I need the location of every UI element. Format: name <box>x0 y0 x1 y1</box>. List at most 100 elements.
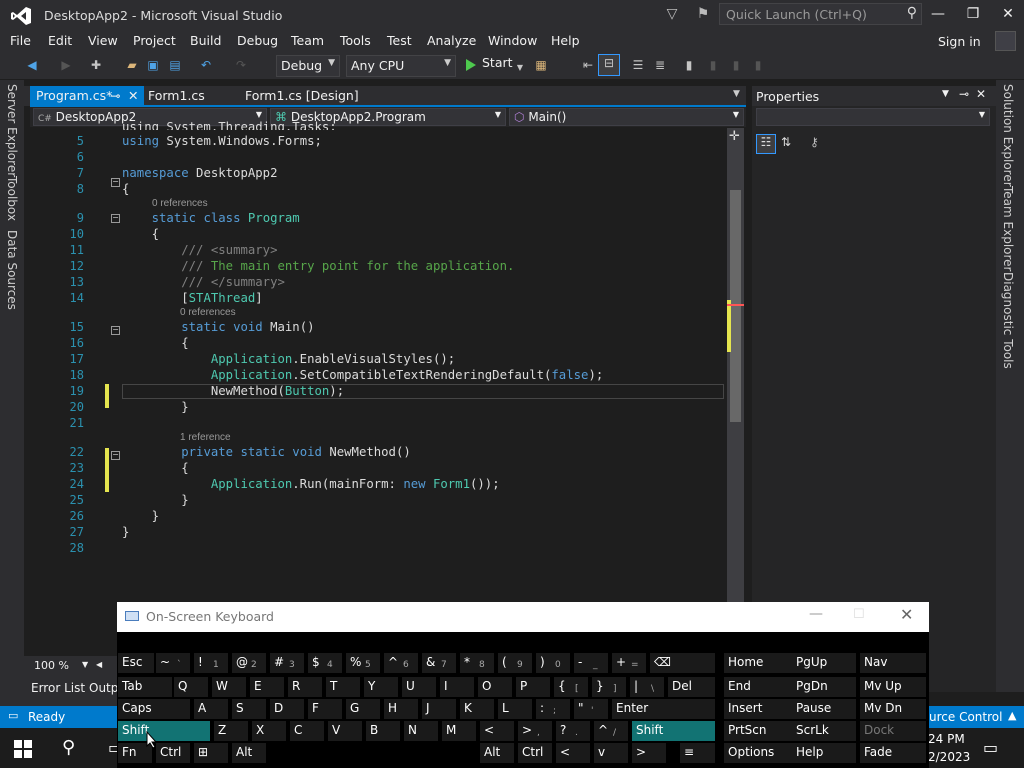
maximize-button[interactable]: ❐ <box>955 3 991 25</box>
menu-build[interactable]: Build <box>190 33 221 48</box>
properties-object-select[interactable]: ▼ <box>756 108 990 126</box>
osk-key[interactable]: ⊞ <box>194 743 228 763</box>
osk-key[interactable]: } <box>592 677 626 697</box>
menu-view[interactable]: View <box>88 33 118 48</box>
scroll-left-icon[interactable]: ◀ <box>96 660 102 669</box>
osk-key[interactable]: N <box>404 721 438 741</box>
osk-key[interactable]: ^ <box>384 653 418 673</box>
osk-key[interactable]: P <box>516 677 550 697</box>
osk-side-key[interactable]: Nav <box>860 653 926 673</box>
search-icon[interactable]: ⚲ <box>62 737 75 758</box>
team-explorer-tab[interactable]: Team Explorer <box>1001 186 1015 272</box>
osk-key[interactable]: - <box>574 653 608 673</box>
minimize-button[interactable]: — <box>920 3 956 25</box>
solution-platform-select[interactable]: Any CPU ▼ <box>346 55 456 77</box>
undo-icon[interactable]: ↶ <box>198 57 214 73</box>
alphabetical-icon[interactable]: ⇅ <box>781 135 791 149</box>
osk-key[interactable]: R <box>288 677 322 697</box>
osk-key[interactable]: X <box>252 721 286 741</box>
menu-file[interactable]: File <box>10 33 31 48</box>
osk-key[interactable]: ) <box>536 653 570 673</box>
collapse-region-icon[interactable]: − <box>111 451 120 460</box>
feedback-filter-icon[interactable]: ▽ <box>663 6 681 24</box>
scrollbar-thumb[interactable] <box>730 190 741 422</box>
bookmark-icon[interactable]: ▮ <box>681 57 697 73</box>
osk-key[interactable]: Alt <box>480 743 514 763</box>
clear-bookmarks-icon[interactable]: ▮ <box>750 57 766 73</box>
new-project-icon[interactable]: ✚ <box>88 57 104 73</box>
close-button[interactable]: ✕ <box>990 3 1024 25</box>
pin-icon[interactable]: ⊸ <box>110 88 120 103</box>
menu-edit[interactable]: Edit <box>48 33 72 48</box>
collapse-region-icon[interactable]: − <box>111 178 120 187</box>
osk-key[interactable]: % <box>346 653 380 673</box>
osk-key[interactable]: $ <box>308 653 342 673</box>
osk-key[interactable]: Alt <box>232 743 266 763</box>
osk-key[interactable]: v <box>594 743 628 763</box>
split-editor-icon[interactable]: ✛ <box>729 129 740 144</box>
quick-launch-input[interactable]: Quick Launch (Ctrl+Q) ⚲ <box>719 3 922 25</box>
account-avatar-icon[interactable] <box>995 31 1016 51</box>
osk-key[interactable]: Shift <box>632 721 715 741</box>
source-control-up-icon[interactable]: ▲ <box>1008 709 1016 722</box>
osk-key[interactable]: F <box>308 699 342 719</box>
osk-key[interactable]: Tab <box>118 677 172 697</box>
zoom-level[interactable]: 100 % <box>34 659 69 672</box>
osk-key[interactable]: B <box>366 721 400 741</box>
osk-key[interactable]: J <box>422 699 456 719</box>
tab-form1-cs[interactable]: Form1.cs <box>142 86 211 105</box>
osk-key[interactable]: Ctrl <box>518 743 552 763</box>
redo-icon[interactable]: ↷ <box>233 57 249 73</box>
back-icon[interactable]: ◀ <box>24 57 40 73</box>
menu-test[interactable]: Test <box>387 33 412 48</box>
clock-time[interactable]: 24 PM <box>928 732 965 746</box>
notifications-icon[interactable]: ▭ <box>983 738 998 757</box>
osk-side-key[interactable]: Fade <box>860 743 926 763</box>
menu-debug[interactable]: Debug <box>237 33 278 48</box>
osk-side-key[interactable]: Insert <box>724 699 792 719</box>
osk-side-key[interactable]: Dock <box>860 721 926 741</box>
osk-side-key[interactable]: Mv Dn <box>860 699 926 719</box>
clock-date[interactable]: 2/2023 <box>928 750 970 764</box>
osk-key[interactable]: ^ <box>594 721 628 741</box>
toolbox-tab[interactable]: Toolbox <box>5 176 19 221</box>
codelens-references[interactable]: 1 reference <box>180 432 231 443</box>
osk-key[interactable]: Ctrl <box>156 743 190 763</box>
osk-key[interactable]: Enter <box>612 699 715 719</box>
tab-overflow-chevron-down-icon[interactable]: ▼ <box>733 89 740 99</box>
osk-side-key[interactable]: Mv Up <box>860 677 926 697</box>
collapse-region-icon[interactable]: − <box>111 326 120 335</box>
osk-key[interactable]: @ <box>232 653 266 673</box>
osk-key[interactable]: ≡ <box>680 743 715 763</box>
osk-key[interactable]: U <box>402 677 436 697</box>
save-all-icon[interactable]: ▤ <box>167 57 183 73</box>
osk-key[interactable]: # <box>270 653 304 673</box>
osk-key[interactable]: ? <box>556 721 590 741</box>
start-debugging-button[interactable]: Start <box>482 55 513 70</box>
osk-key[interactable]: ~ <box>156 653 190 673</box>
osk-key[interactable]: Y <box>364 677 398 697</box>
menu-team[interactable]: Team <box>291 33 324 48</box>
osk-key[interactable]: Del <box>668 677 715 697</box>
osk-key[interactable]: | <box>630 677 664 697</box>
windows-start-icon[interactable] <box>14 740 32 758</box>
notifications-icon[interactable]: ⚑ <box>694 6 712 24</box>
save-icon[interactable]: ▣ <box>145 57 161 73</box>
menu-analyze[interactable]: Analyze <box>427 33 476 48</box>
osk-key[interactable]: ⌫ <box>650 653 715 673</box>
zoom-chevron-down-icon[interactable]: ▼ <box>82 660 88 669</box>
solution-configuration-select[interactable]: Debug ▼ <box>276 55 340 77</box>
osk-side-key[interactable]: End <box>724 677 792 697</box>
close-panel-icon[interactable]: ✕ <box>976 87 986 101</box>
osk-key[interactable]: T <box>326 677 360 697</box>
osk-key[interactable]: Esc <box>118 653 154 673</box>
osk-key[interactable]: ! <box>194 653 228 673</box>
osk-side-key[interactable]: PgDn <box>792 677 856 697</box>
osk-key[interactable]: V <box>328 721 362 741</box>
osk-side-key[interactable]: Pause <box>792 699 856 719</box>
osk-key[interactable]: E <box>250 677 284 697</box>
osk-key[interactable]: < <box>556 743 590 763</box>
osk-side-key[interactable]: Options <box>724 743 792 763</box>
osk-key[interactable]: K <box>460 699 494 719</box>
tab-error-list[interactable]: Error List <box>31 681 85 695</box>
